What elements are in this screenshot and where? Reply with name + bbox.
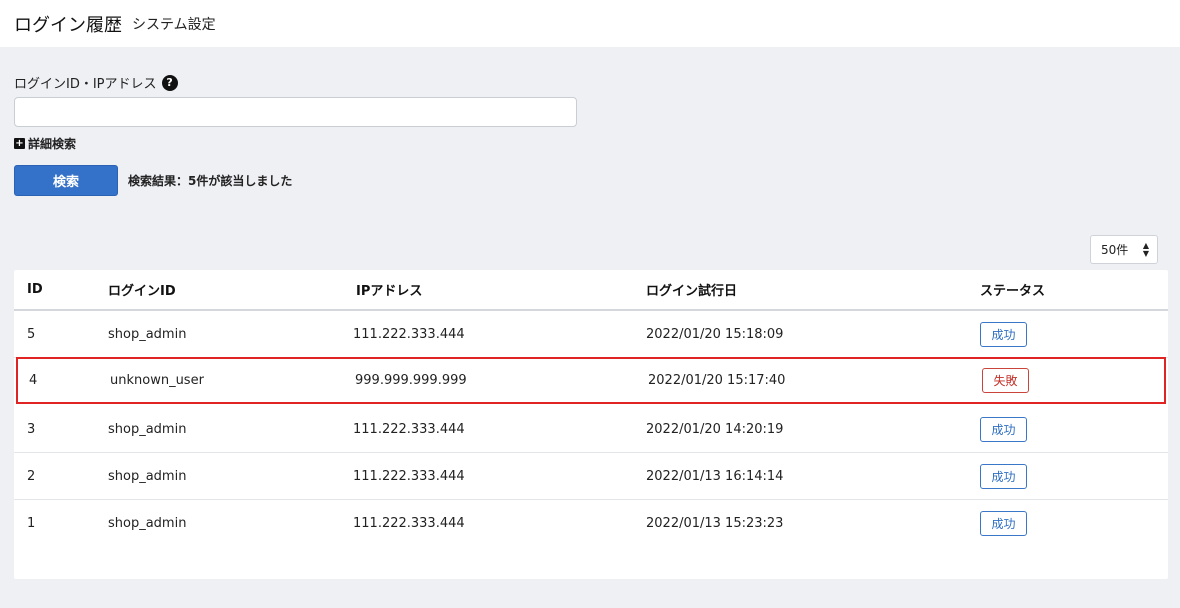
- row-date: 2022/01/13 16:14:14: [646, 468, 784, 484]
- row-ip: 999.999.999.999: [355, 373, 467, 388]
- row-login-id: shop_admin: [108, 421, 187, 437]
- login-history-table: ID ログインID IPアドレス ログイン試行日 ステータス 5 shop_ad…: [14, 270, 1168, 579]
- plus-square-icon: +: [14, 137, 25, 149]
- table-row: 2 shop_admin 111.222.333.444 2022/01/13 …: [14, 453, 1168, 500]
- status-badge: 成功: [980, 511, 1027, 536]
- per-page-select[interactable]: 50件 ▲ ▼: [1090, 235, 1158, 264]
- status-badge: 失敗: [982, 368, 1029, 393]
- row-login-id: shop_admin: [108, 516, 187, 531]
- row-ip: 111.222.333.444: [353, 468, 465, 484]
- row-login-id: shop_admin: [108, 468, 187, 484]
- advanced-search-toggle[interactable]: + 詳細検索: [14, 135, 76, 152]
- row-id: 4: [29, 373, 38, 388]
- row-date: 2022/01/20 14:20:19: [646, 421, 784, 437]
- row-id: 3: [27, 421, 36, 437]
- help-icon[interactable]: ?: [161, 74, 178, 91]
- search-result-count: 検索結果：5件が該当しました: [128, 174, 293, 188]
- advanced-search-label: 詳細検索: [28, 137, 77, 151]
- row-id: 5: [27, 326, 36, 342]
- row-ip: 111.222.333.444: [353, 421, 465, 437]
- sort-icon: ▲ ▼: [1142, 240, 1149, 258]
- row-login-id: shop_admin: [108, 326, 187, 342]
- row-id: 2: [27, 468, 36, 484]
- row-id: 1: [27, 516, 36, 531]
- search-label-text: ログインID・IPアドレス: [14, 77, 157, 92]
- search-input[interactable]: [14, 97, 577, 127]
- status-badge: 成功: [980, 321, 1027, 347]
- column-header-status: ステータス: [980, 284, 1046, 299]
- column-header-id: ID: [27, 282, 43, 297]
- status-badge: 成功: [980, 416, 1027, 442]
- per-page-value: 50件: [1101, 243, 1129, 257]
- row-login-id: unknown_user: [110, 373, 204, 388]
- search-label: ログインID・IPアドレス ?: [14, 73, 178, 92]
- column-header-ip: IPアドレス: [356, 284, 423, 299]
- row-date: 2022/01/20 15:18:09: [646, 326, 784, 342]
- page-header: ログイン履歴 システム設定: [0, 0, 1180, 47]
- table-row-highlighted: 4 unknown_user 999.999.999.999 2022/01/2…: [16, 357, 1166, 404]
- page-subtitle: システム設定: [132, 16, 216, 33]
- row-date: 2022/01/13 15:23:23: [646, 516, 784, 531]
- column-header-date: ログイン試行日: [646, 284, 738, 299]
- status-badge: 成功: [980, 463, 1027, 489]
- column-header-login-id: ログインID: [108, 284, 176, 299]
- table-row: 3 shop_admin 111.222.333.444 2022/01/20 …: [14, 406, 1168, 453]
- table-row: 5 shop_admin 111.222.333.444 2022/01/20 …: [14, 311, 1168, 358]
- table-row: 1 shop_admin 111.222.333.444 2022/01/13 …: [14, 500, 1168, 547]
- page-title: ログイン履歴: [14, 14, 122, 36]
- row-ip: 111.222.333.444: [353, 516, 465, 531]
- row-date: 2022/01/20 15:17:40: [648, 373, 786, 388]
- row-ip: 111.222.333.444: [353, 326, 465, 342]
- table-header: ID ログインID IPアドレス ログイン試行日 ステータス: [14, 270, 1168, 311]
- search-button[interactable]: 検索: [14, 165, 118, 196]
